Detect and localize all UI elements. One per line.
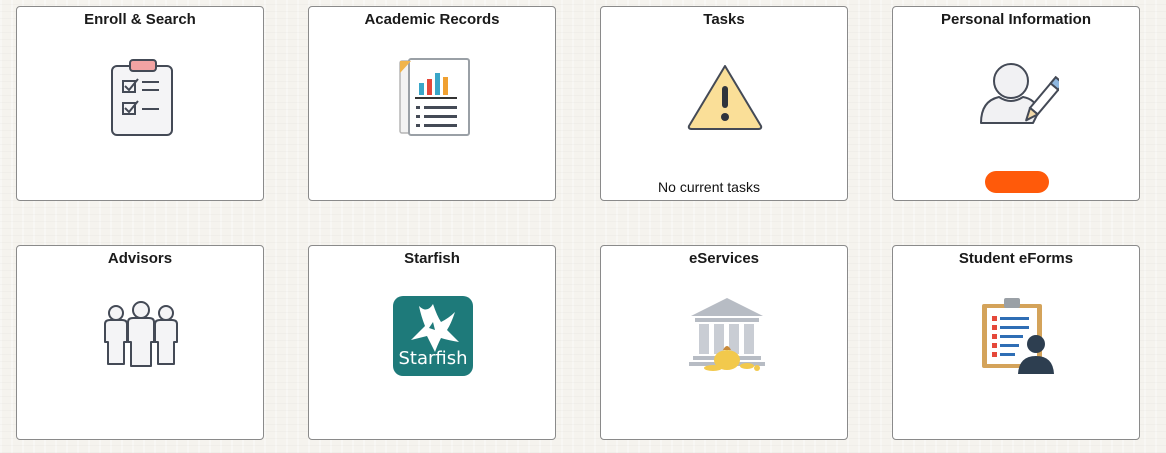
tile-title: eServices [688, 250, 760, 267]
tile-enroll-search[interactable]: Enroll & Search [16, 6, 264, 201]
redaction-mark [985, 171, 1049, 193]
bank-money-icon [689, 298, 765, 371]
tile-personal-information[interactable]: Personal Information [892, 6, 1140, 201]
warning-icon [687, 65, 763, 130]
student-form-icon [982, 298, 1054, 374]
tile-title: Personal Information [940, 11, 1092, 28]
tile-title: Starfish [404, 250, 460, 267]
starfish-logo-text: Starfish [398, 348, 468, 369]
tile-tasks[interactable]: Tasks No current tasks [600, 6, 848, 201]
tile-title: Student eForms [958, 250, 1074, 267]
tile-academic-records[interactable]: Academic Records [308, 6, 556, 201]
tasks-status-text: No current tasks [658, 179, 760, 195]
user-edit-icon [980, 63, 1059, 124]
tile-student-eforms[interactable]: Student eForms [892, 245, 1140, 440]
clipboard-checklist-icon [111, 59, 173, 136]
tile-title: Enroll & Search [84, 11, 196, 28]
tile-title: Academic Records [364, 11, 500, 28]
tile-starfish[interactable]: Starfish Starfish [308, 245, 556, 440]
tile-title: Tasks [703, 11, 745, 28]
tile-eservices[interactable]: eServices [600, 245, 848, 440]
tile-advisors[interactable]: Advisors [16, 245, 264, 440]
people-group-icon [104, 301, 178, 367]
report-chart-icon [399, 58, 470, 136]
tile-title: Advisors [107, 250, 173, 267]
